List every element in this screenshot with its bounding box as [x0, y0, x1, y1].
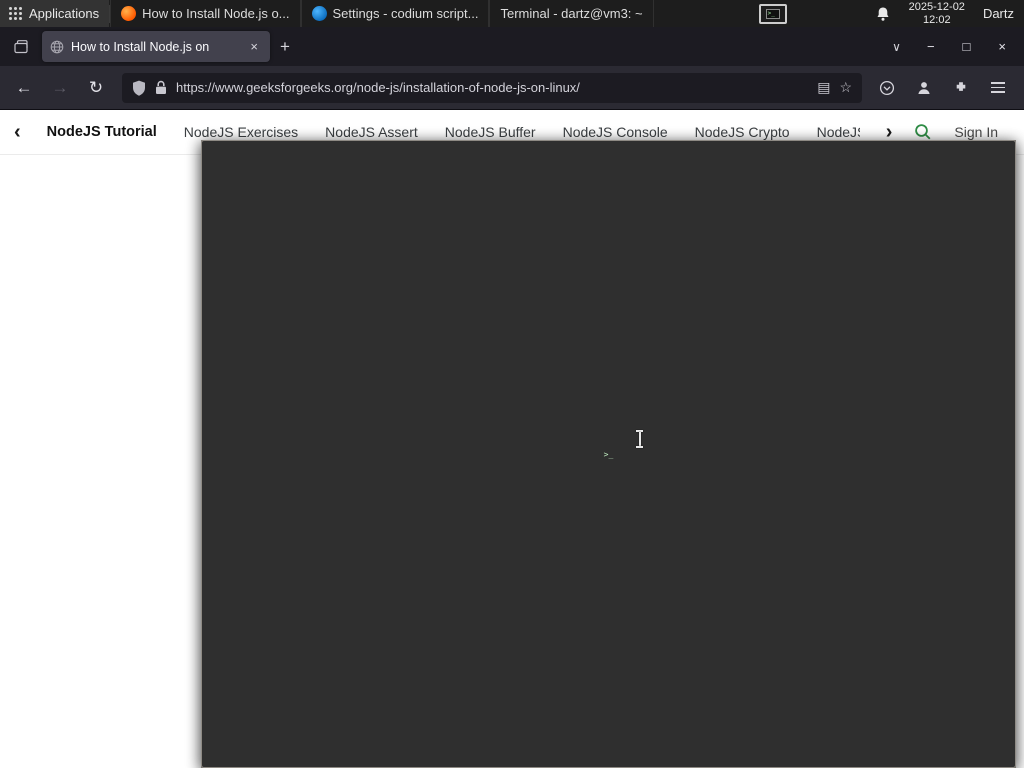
taskbar-button-codium[interactable]: Settings - codium script...: [300, 0, 490, 27]
extensions-puzzle-icon: [956, 81, 966, 91]
url-bar[interactable]: https://www.geeksforgeeks.org/node-js/in…: [122, 72, 862, 103]
tabbar-controls: ∨ − □ ×: [882, 35, 1018, 58]
tab-favicon-globe-icon: [50, 40, 64, 53]
window-minimize-button[interactable]: −: [915, 35, 947, 58]
taskbar-button-firefox[interactable]: How to Install Node.js o...: [110, 0, 301, 27]
tab-close-button[interactable]: ×: [246, 38, 262, 55]
top-panel: Applications How to Install Node.js o...…: [0, 0, 1024, 768]
desktop: Applications How to Install Node.js o...…: [0, 0, 1024, 768]
applications-menu-button[interactable]: Applications: [0, 0, 110, 27]
notification-bell-icon[interactable]: [875, 6, 891, 22]
firefox-view-button[interactable]: [6, 33, 36, 61]
clock-date: 2025-12-02: [908, 1, 965, 13]
nav-item-nodejs-buffer[interactable]: NodeJS Buffer: [445, 124, 536, 140]
taskbar-button-label: Terminal - dartz@vm3: ~: [500, 6, 643, 21]
pocket-icon: [879, 80, 895, 95]
tracking-protection-shield-icon[interactable]: [132, 80, 146, 96]
codium-icon: [311, 6, 327, 21]
window-taskbar: How to Install Node.js o... Settings - co…: [110, 0, 1016, 768]
new-tab-button[interactable]: +: [270, 35, 300, 59]
nav-item-nodejs-exercises[interactable]: NodeJS Exercises: [184, 124, 298, 140]
list-all-tabs-button[interactable]: ∨: [882, 36, 911, 58]
clock-time: 12:02: [923, 13, 951, 26]
nav-item-nodejs-assert[interactable]: NodeJS Assert: [325, 124, 418, 140]
forward-button[interactable]: →: [44, 73, 76, 103]
session-user-label: Dartz: [982, 6, 1014, 21]
panel-tray: >_ 2025-12-02 12:02 Dartz: [758, 1, 1024, 26]
firefox-icon: [121, 6, 137, 21]
nav-scroll-left-button[interactable]: ‹: [14, 122, 21, 142]
nav-item-nodejs-crypto[interactable]: NodeJS Crypto: [695, 124, 790, 140]
account-button[interactable]: [910, 74, 938, 102]
window-close-button[interactable]: ×: [986, 35, 1018, 58]
nav-item-nodejs-tutorial[interactable]: NodeJS Tutorial: [47, 124, 157, 140]
workspace-window-thumb: >_: [765, 8, 780, 19]
extensions-button[interactable]: [947, 74, 975, 102]
terminal-icon: >_: [201, 140, 1016, 768]
reader-mode-icon[interactable]: ▤: [817, 79, 830, 96]
tab-title: How to Install Node.js on: [71, 39, 210, 54]
applications-grid-icon: [9, 7, 22, 20]
lock-icon[interactable]: [155, 80, 167, 95]
taskbar-button-label: How to Install Node.js o...: [142, 6, 290, 21]
panel-clock[interactable]: 2025-12-02 12:02: [909, 1, 965, 26]
app-menu-button[interactable]: [984, 74, 1012, 102]
back-button[interactable]: ←: [8, 73, 40, 103]
tab-bar: How to Install Node.js on × + ∨ − □ ×: [0, 27, 1024, 66]
taskbar-button-terminal[interactable]: >_ Terminal - dartz@vm3: ~: [201, 0, 1016, 768]
url-text: https://www.geeksforgeeks.org/node-js/in…: [176, 80, 580, 95]
reload-button[interactable]: ↻: [80, 73, 112, 103]
sign-in-button[interactable]: Sign In: [954, 124, 998, 140]
navigation-toolbar: ← → ↻ https://www.geeksforgeeks.org/node…: [0, 66, 1024, 110]
search-icon[interactable]: [914, 123, 932, 141]
nav-scroll-right-button[interactable]: ›: [886, 122, 893, 142]
firefox-view-icon: [13, 39, 28, 53]
taskbar-button-label: Settings - codium script...: [332, 6, 479, 21]
nav-item-nodejs-console[interactable]: NodeJS Console: [563, 124, 668, 140]
bookmark-star-icon[interactable]: ☆: [839, 79, 852, 96]
hamburger-icon: [991, 81, 1005, 94]
gfg-nav-right: › Sign In: [886, 122, 998, 142]
window-restore-button[interactable]: □: [951, 35, 983, 58]
gfg-nav-items: NodeJS Tutorial NodeJS Exercises NodeJS As…: [47, 124, 860, 140]
applications-menu-label: Applications: [29, 6, 100, 21]
save-to-pocket-button[interactable]: [873, 74, 901, 102]
account-person-icon: [918, 81, 930, 94]
workspace-switcher[interactable]: >_: [758, 3, 787, 24]
toolbar-right-icons: [873, 74, 1016, 102]
browser-tab-active[interactable]: How to Install Node.js on ×: [42, 31, 270, 62]
nav-item-nodejs-dns[interactable]: NodeJS DNS: [817, 124, 860, 140]
